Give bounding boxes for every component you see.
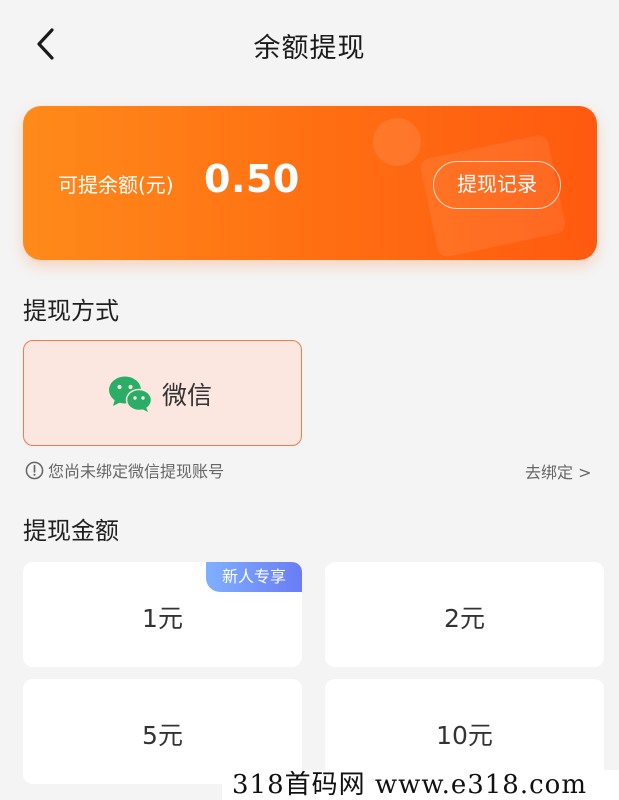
bind-account-link[interactable]: 去绑定 > — [525, 459, 592, 483]
info-circle-icon — [25, 461, 44, 479]
wechat-icon — [109, 376, 152, 412]
notice-text: 您尚未绑定微信提现账号 — [48, 462, 225, 481]
amount-option-5[interactable]: 5元 — [23, 679, 302, 784]
withdraw-records-button[interactable]: 提现记录 — [433, 161, 561, 209]
amount-option-1[interactable]: 新人专享 1元 — [23, 562, 302, 667]
amount-section-title: 提现金额 — [23, 517, 119, 545]
wechat-label: 微信 — [162, 381, 213, 410]
header: 余额提现 — [0, 0, 619, 90]
amount-label: 5元 — [142, 721, 183, 750]
amount-label: 2元 — [444, 604, 485, 633]
amount-option-2[interactable]: 2元 — [325, 562, 604, 667]
amount-label: 10元 — [436, 721, 493, 750]
bind-notice: 您尚未绑定微信提现账号 — [25, 458, 224, 482]
new-user-badge: 新人专享 — [206, 562, 302, 592]
decoration-coin — [373, 118, 421, 166]
withdraw-page: 余额提现 可提余额(元) 0.50 提现记录 提现方式 微信 您尚未绑定微信提现… — [0, 0, 619, 800]
balance-card: 可提余额(元) 0.50 提现记录 — [23, 106, 597, 260]
balance-label: 可提余额(元) — [58, 173, 174, 197]
wechat-method-option[interactable]: 微信 — [23, 340, 302, 446]
watermark-text: 318首码网 www.e318.com — [222, 770, 619, 800]
method-section-title: 提现方式 — [23, 297, 119, 325]
amount-option-10[interactable]: 10元 — [325, 679, 604, 784]
amount-label: 1元 — [142, 604, 183, 633]
balance-value: 0.50 — [204, 157, 300, 201]
page-title: 余额提现 — [253, 33, 366, 64]
